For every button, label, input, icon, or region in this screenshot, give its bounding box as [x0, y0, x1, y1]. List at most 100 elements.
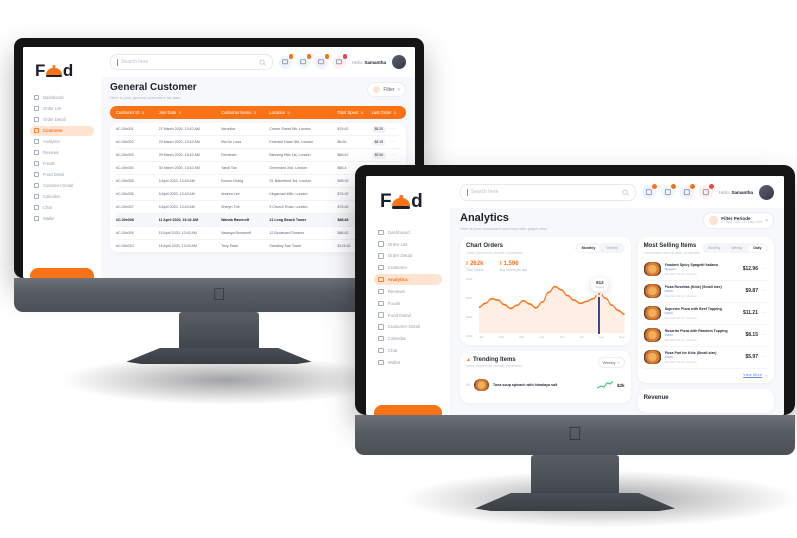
trending-rank: #1 — [466, 383, 470, 387]
sidebar-item-dashboard[interactable]: Dashboard — [30, 93, 94, 103]
sidebar-promo-1[interactable] — [30, 268, 94, 278]
sort-icon[interactable]: ⇅ — [142, 111, 145, 115]
sort-icon[interactable]: ⇅ — [178, 111, 181, 115]
sidebar-item-foods[interactable]: Foods — [30, 159, 94, 169]
avatar-1[interactable] — [392, 55, 406, 69]
sidebar-item-customer[interactable]: Customer — [374, 262, 442, 273]
sidebar-item-label: Reviews — [43, 150, 59, 156]
column-header-location[interactable]: Location ⇅ — [269, 110, 337, 115]
sidebar-item-wallet[interactable]: Wallet — [30, 214, 94, 224]
sidebar-item-food-detail[interactable]: Food Detail — [374, 310, 442, 321]
mail-icon-button[interactable] — [278, 54, 294, 69]
logo-2[interactable]: F d — [380, 191, 442, 213]
bell-icon — [336, 59, 343, 65]
more-icon[interactable]: ⋯ — [762, 332, 768, 338]
logo-1[interactable]: F d — [35, 61, 94, 81]
trending-row[interactable]: #1 Tuna soup spinach with himalaya salt $2… — [466, 373, 625, 397]
sidebar-item-order-list[interactable]: Order List — [374, 239, 442, 250]
sidebar-item-analytics[interactable]: Analytics — [374, 274, 442, 285]
sidebar-item-dashboard[interactable]: Dashboard — [374, 227, 442, 238]
list-icon — [378, 241, 384, 247]
sidebar-promo-2[interactable] — [374, 405, 442, 415]
more-icon[interactable]: ⋯ — [762, 354, 768, 360]
sidebar-item-foods[interactable]: Foods — [374, 298, 442, 309]
sidebar-item-order-list[interactable]: Order List — [30, 104, 94, 114]
sparkline-icon — [596, 376, 614, 394]
more-icon[interactable]: ⋯ — [762, 310, 768, 316]
bell-icon-button[interactable] — [698, 183, 715, 199]
most-selling-tabs: Monthly Weekly Daily — [701, 243, 768, 253]
tab-monthly[interactable]: Monthly — [703, 245, 725, 252]
tab-weekly[interactable]: Weekly — [601, 245, 623, 252]
selling-item-meta: Standard Dinner | Cheese — [664, 359, 697, 364]
chat-badge — [306, 54, 312, 59]
sidebar-item-order-detail[interactable]: Order Detail — [30, 115, 94, 125]
sidebar-item-food-detail[interactable]: Food Detail — [30, 170, 94, 180]
trending-value: $2k — [617, 382, 625, 388]
tab-daily[interactable]: Daily — [748, 244, 767, 252]
sidebar-item-calendar[interactable]: Calendar — [30, 192, 94, 202]
trending-period-dropdown[interactable]: Weekly ▾ — [597, 356, 625, 368]
sidebar-item-reviews[interactable]: Reviews — [374, 286, 442, 297]
column-header-join-date[interactable]: Join Date ⇅ — [159, 110, 221, 115]
filter-button-1[interactable]: Filter ▾ — [367, 82, 406, 97]
column-label: Last Order — [371, 110, 392, 115]
column-header-customer-name[interactable]: Customer Name ⇅ — [221, 110, 269, 115]
more-icon[interactable]: ⋯ — [762, 266, 768, 272]
table-row[interactable]: #C-00x002 29 March 2020, 13:42 AM Ria De L… — [116, 136, 400, 149]
more-icon[interactable]: ⋯ — [762, 288, 768, 294]
sidebar-item-customer[interactable]: Customer — [30, 125, 94, 136]
sidebar-item-label: Food Detail — [387, 312, 411, 318]
sidebar-item-wallet[interactable]: Wallet — [374, 357, 442, 368]
chat-icon-button[interactable] — [296, 54, 312, 69]
sidebar-item-customer-detail[interactable]: Customer Detail — [30, 181, 94, 191]
food-thumbnail — [474, 379, 489, 391]
selling-item-meta: Standard Dinner | Cheese — [664, 337, 697, 342]
table-cell-customer-id: #C-00x001 — [116, 127, 134, 131]
more-icon[interactable]: ⋯ — [390, 139, 396, 145]
sort-icon[interactable]: ⇅ — [360, 111, 363, 115]
search-input-1[interactable]: Search here — [110, 54, 273, 70]
search-input-2[interactable]: Search here — [460, 183, 636, 201]
selling-row[interactable]: Pizza Pad for Kids (Small size) PIZZA Stan… — [643, 347, 768, 369]
sort-icon[interactable]: ⇅ — [287, 111, 290, 115]
selling-row[interactable]: Fondant Spicy Spagetti Italiano Spagetti S… — [643, 259, 768, 281]
revenue-card: Revenue — [637, 388, 774, 413]
selling-row[interactable]: Rosarito Pizza with Random Topping PIZZA S… — [643, 325, 768, 347]
sidebar-item-analytics[interactable]: Analytics — [30, 137, 94, 147]
column-header-last-order[interactable]: Last Order ⇅ — [372, 110, 400, 115]
filter-periode-button[interactable]: Filter Periode 17 April 2020 - 21 May 20… — [703, 212, 774, 229]
kpi-value: 1,596 — [503, 260, 519, 267]
chat-icon-button[interactable] — [660, 183, 677, 199]
sidebar-item-reviews[interactable]: Reviews — [30, 148, 94, 158]
cart-icon-button[interactable] — [679, 183, 696, 199]
cart-icon-button[interactable] — [314, 54, 330, 69]
table-row[interactable]: #C-00x003 29 March 2020, 13:42 AM Fernando… — [116, 149, 400, 162]
selling-row[interactable]: Pizza Rosettas (Kids) (Small size) PIZZA S… — [643, 281, 768, 303]
table-cell-customer-id: #C-00x004 — [116, 166, 134, 170]
page-title-1: General Customer — [110, 82, 197, 93]
more-icon[interactable]: ⋯ — [390, 126, 396, 132]
sidebar-item-calendar[interactable]: Calendar — [374, 333, 442, 344]
sort-icon[interactable]: ⇅ — [254, 111, 257, 115]
tab-weekly[interactable]: Weekly — [726, 245, 747, 252]
bell-icon-button[interactable] — [332, 54, 348, 69]
avatar-2[interactable] — [759, 184, 774, 200]
view-more-link[interactable]: View More — [743, 372, 762, 377]
search-icon — [259, 58, 266, 66]
tab-monthly[interactable]: Monthly — [576, 244, 601, 252]
column-header-customer-id[interactable]: Customer ID ⇅ — [116, 110, 159, 115]
column-header-total-spent[interactable]: Total Spent ⇅ — [337, 110, 371, 115]
sidebar-item-chat[interactable]: Chat — [30, 203, 94, 213]
sidebar-item-customer-detail[interactable]: Customer Detail — [374, 322, 442, 333]
table-row[interactable]: #C-00x001 27 March 2020, 13:42 AM Veronika… — [116, 123, 400, 136]
mail-icon-button[interactable] — [641, 183, 658, 199]
food-thumbnail — [643, 328, 661, 342]
sidebar-item-chat[interactable]: Chat — [374, 345, 442, 356]
sidebar-item-label: Analytics — [43, 139, 60, 145]
sidebar-item-order-detail[interactable]: Order Detail — [374, 251, 442, 262]
more-icon[interactable]: ⋯ — [390, 152, 396, 158]
selling-row[interactable]: Supreme Pizza with Beef Topping PIZZA Stan… — [643, 303, 768, 325]
apple-logo-front:  — [568, 425, 582, 444]
sort-icon[interactable]: ⇅ — [393, 111, 396, 115]
